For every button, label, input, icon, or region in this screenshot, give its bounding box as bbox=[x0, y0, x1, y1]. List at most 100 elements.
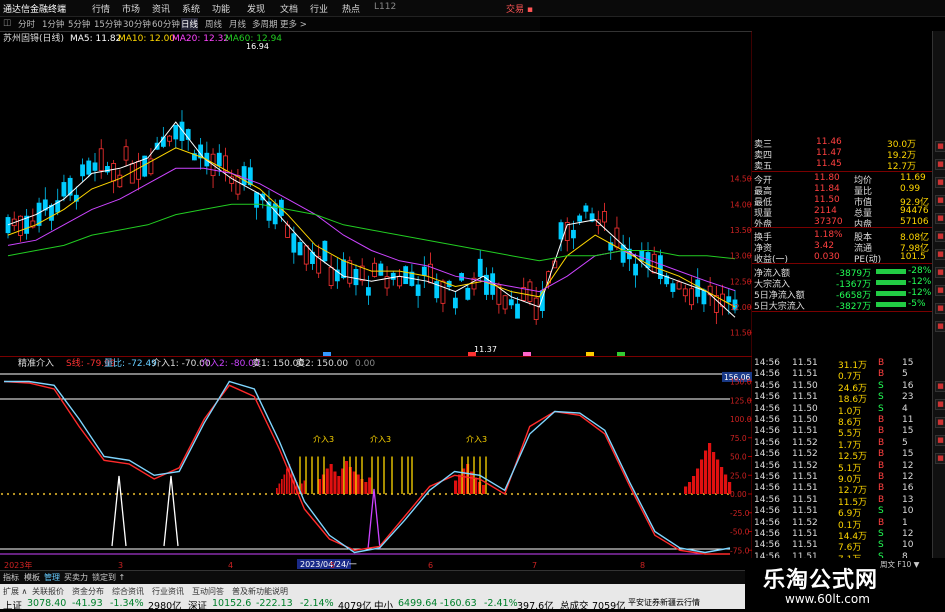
menu-item-hotspot[interactable]: 热点 bbox=[342, 2, 360, 15]
period-tab[interactable]: 30分钟 bbox=[123, 18, 151, 30]
menu-item-market[interactable]: 市场 bbox=[122, 2, 140, 15]
index-name: 上证 bbox=[3, 601, 23, 612]
menu-item-news[interactable]: 资讯 bbox=[152, 2, 170, 15]
price-tick-label: 12.00 bbox=[730, 303, 752, 312]
ext-tab[interactable]: 资金分布 bbox=[72, 586, 104, 597]
side-toolbar[interactable]: ■ ■ ■ ■ ■ ■ ■ ■ ■ ■ ■ ■ ■ ■ ■ ■ bbox=[932, 31, 945, 570]
candle-body bbox=[247, 167, 253, 186]
stat-value: 94476 bbox=[900, 206, 929, 216]
tick-time: 14:56 bbox=[754, 392, 780, 403]
tab-power[interactable]: 买卖力 bbox=[64, 572, 88, 583]
zero-dot bbox=[606, 492, 610, 496]
trade-link[interactable]: 交易 ▪ bbox=[506, 2, 533, 15]
tab-lock[interactable]: 锁定到 ↑ bbox=[92, 572, 125, 583]
time-axis-label: 5 bbox=[330, 561, 335, 570]
side-tool-icon[interactable]: ■ bbox=[935, 381, 945, 392]
index-pct: -2.14% bbox=[300, 598, 334, 609]
zero-dot bbox=[156, 492, 160, 496]
period-tab-active[interactable]: 日线 bbox=[181, 18, 199, 30]
flow-pct: -12% bbox=[908, 277, 932, 287]
ext-tab[interactable]: 互动问答 bbox=[192, 586, 224, 597]
ma20-label: MA20: 12.32 bbox=[172, 34, 229, 44]
period-tab[interactable]: 月线 bbox=[229, 18, 246, 30]
f10-tab[interactable]: 周文 F10 ▼ bbox=[880, 559, 919, 570]
side-tool-icon[interactable]: ■ bbox=[935, 417, 945, 428]
kline-chart[interactable]: 苏州固锝(日线) MA5: 11.82 MA10: 12.00 MA20: 12… bbox=[0, 31, 752, 356]
side-tool-icon[interactable]: ■ bbox=[935, 159, 945, 170]
candle-body bbox=[440, 280, 446, 304]
candle-body bbox=[18, 215, 23, 236]
zero-dot bbox=[510, 492, 514, 496]
zero-dot bbox=[198, 492, 202, 496]
side-tool-icon[interactable]: ■ bbox=[935, 453, 945, 464]
period-tab[interactable]: 周线 bbox=[205, 18, 222, 30]
period-menu-icon[interactable]: ◫ bbox=[3, 18, 11, 28]
tick-price: 11.50 bbox=[792, 380, 818, 391]
zero-dot bbox=[126, 492, 130, 496]
period-tab[interactable]: 多周期 bbox=[252, 18, 278, 30]
tick-count: 15 bbox=[902, 358, 914, 368]
side-tool-icon[interactable]: ■ bbox=[935, 141, 945, 152]
param-zero: 0.00 bbox=[355, 359, 375, 369]
period-tab[interactable]: 5分钟 bbox=[68, 18, 90, 30]
ext-tab[interactable]: 行业资讯 bbox=[152, 586, 184, 597]
menu-item-code[interactable]: L112 bbox=[374, 2, 396, 12]
menu-item-industry[interactable]: 行业 bbox=[310, 2, 328, 15]
tick-price: 11.51 bbox=[792, 369, 818, 380]
zero-dot bbox=[408, 492, 412, 496]
axis-tick-label: 75.0 bbox=[730, 434, 747, 443]
side-tool-icon[interactable]: ■ bbox=[935, 399, 945, 410]
menu-item-functions[interactable]: 功能 bbox=[212, 2, 230, 15]
ext-tab[interactable]: 关联报价 bbox=[32, 586, 64, 597]
side-tool-icon[interactable]: ■ bbox=[935, 249, 945, 260]
candle-body bbox=[254, 192, 259, 208]
side-tool-icon[interactable]: ■ bbox=[935, 213, 945, 224]
period-tab[interactable]: 60分钟 bbox=[152, 18, 180, 30]
menu-item-discover[interactable]: 发现 bbox=[247, 2, 265, 15]
zero-dot bbox=[210, 492, 214, 496]
ext-tab[interactable]: 普及新功能说明 bbox=[232, 586, 288, 597]
side-tool-icon[interactable]: ■ bbox=[935, 177, 945, 188]
ext-tab[interactable]: 扩展 ∧ bbox=[3, 586, 27, 597]
total-turnover: 7059亿 bbox=[592, 601, 626, 612]
tick-count: 15 bbox=[902, 426, 914, 437]
menu-item-docs[interactable]: 文档 bbox=[280, 2, 298, 15]
candle-body bbox=[291, 233, 297, 253]
side-tool-icon[interactable]: ■ bbox=[935, 435, 945, 446]
side-tool-icon[interactable]: ■ bbox=[935, 303, 945, 314]
menu-item-quotes[interactable]: 行情 bbox=[92, 2, 110, 15]
tick-price: 11.51 bbox=[792, 358, 818, 368]
indicator-chart[interactable]: 精准介入 S线: -79.99 量比: -72.49 介入1: -70.00 介… bbox=[0, 356, 752, 570]
ext-tab[interactable]: 综合资讯 bbox=[112, 586, 144, 597]
side-tool-icon[interactable]: ■ bbox=[935, 321, 945, 332]
stat-value: 11.80 bbox=[814, 173, 840, 183]
signal-bar bbox=[708, 443, 712, 494]
side-tool-icon[interactable]: ■ bbox=[935, 231, 945, 242]
zero-dot bbox=[564, 492, 568, 496]
price-tick-label: 14.50 bbox=[730, 175, 752, 184]
signal-bar bbox=[458, 474, 462, 494]
period-tab[interactable]: 1分钟 bbox=[42, 18, 64, 30]
tick-count: 12 bbox=[902, 460, 914, 471]
side-tool-icon[interactable]: ■ bbox=[935, 195, 945, 206]
period-tab-more[interactable]: 更多 > bbox=[280, 18, 307, 30]
candle-body bbox=[682, 288, 688, 297]
time-axis-label: 6 bbox=[428, 561, 433, 570]
period-tab[interactable]: 15分钟 bbox=[94, 18, 122, 30]
flow-bar bbox=[876, 291, 906, 296]
candle-body bbox=[527, 281, 533, 302]
tab-template[interactable]: 模板 bbox=[24, 572, 40, 583]
zero-dot bbox=[252, 492, 256, 496]
index-name: 中小 bbox=[374, 601, 394, 612]
candle-body bbox=[583, 205, 589, 212]
period-tab[interactable]: 分时 bbox=[18, 18, 35, 30]
side-tool-icon[interactable]: ■ bbox=[935, 267, 945, 278]
tick-time: 14:56 bbox=[754, 415, 780, 425]
tab-manage[interactable]: 管理 bbox=[44, 572, 60, 583]
zero-dot bbox=[642, 492, 646, 496]
zero-dot bbox=[534, 492, 538, 496]
zero-dot bbox=[102, 492, 106, 496]
side-tool-icon[interactable]: ■ bbox=[935, 285, 945, 296]
tab-indicator[interactable]: 指标 bbox=[3, 572, 19, 583]
menu-item-system[interactable]: 系统 bbox=[182, 2, 200, 15]
